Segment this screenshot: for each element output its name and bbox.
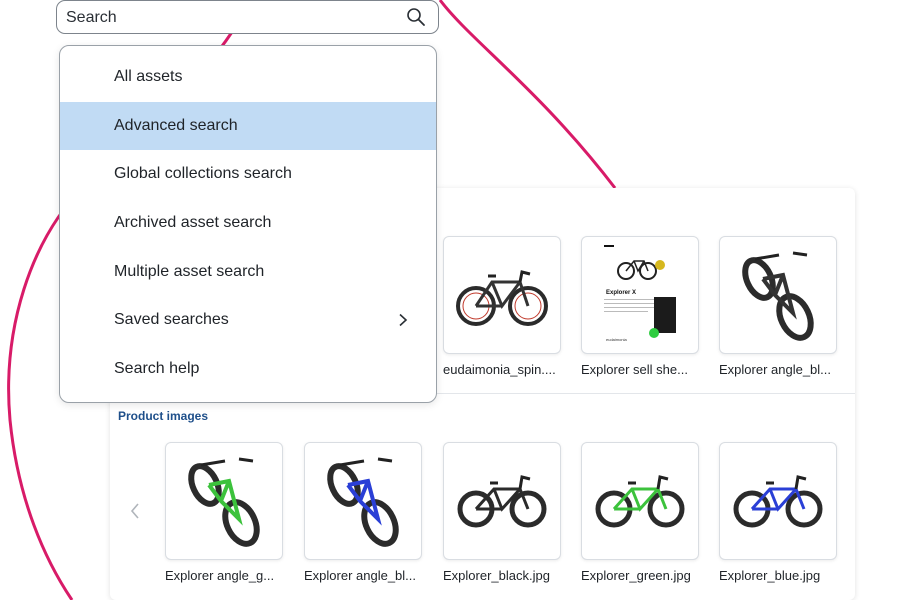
search-box[interactable] xyxy=(56,0,439,34)
carousel-prev-button[interactable] xyxy=(128,502,142,522)
sell-sheet-title: Explorer X xyxy=(606,290,637,296)
mtb-angle-green-image xyxy=(188,457,260,547)
asset-thumbnail[interactable] xyxy=(719,442,837,560)
asset-name: Explorer sell she... xyxy=(581,362,688,377)
asset-thumbnail[interactable] xyxy=(581,442,699,560)
chevron-right-icon xyxy=(399,313,408,327)
asset-thumbnail[interactable] xyxy=(443,236,561,354)
asset-name: Explorer_black.jpg xyxy=(443,568,550,583)
asset-name: Explorer angle_g... xyxy=(165,568,275,583)
mtb-angle-black-image xyxy=(742,251,814,341)
menu-item-label: Search help xyxy=(114,359,200,377)
asset-name: Explorer angle_bl... xyxy=(719,362,832,377)
menu-item-label: Saved searches xyxy=(114,311,229,329)
sell-sheet-footer: eudaimonia xyxy=(606,337,627,342)
menu-item-label: Advanced search xyxy=(114,116,238,134)
asset-thumbnail[interactable]: Explorer X eudaimonia xyxy=(581,236,699,354)
menu-item-search-help[interactable]: Search help xyxy=(60,345,436,394)
chevron-left-icon xyxy=(130,503,139,519)
menu-item-global-collections-search[interactable]: Global collections search xyxy=(60,150,436,199)
asset-name: Explorer angle_bl... xyxy=(304,568,417,583)
asset-tile[interactable]: Explorer angle_bl... xyxy=(719,236,837,377)
menu-item-label: Archived asset search xyxy=(114,214,272,232)
asset-thumbnail[interactable] xyxy=(165,442,283,560)
mtb-side-blue-image xyxy=(733,475,823,528)
mtb-side-black-image xyxy=(457,475,547,528)
mtb-angle-blue-image xyxy=(327,457,399,547)
menu-item-multiple-asset-search[interactable]: Multiple asset search xyxy=(60,247,436,296)
sell-sheet-image xyxy=(604,245,676,338)
search-icon[interactable] xyxy=(406,7,426,27)
menu-item-label: All assets xyxy=(114,68,183,86)
search-input[interactable] xyxy=(66,7,386,29)
mtb-side-green-image xyxy=(595,475,685,528)
road-bike-image xyxy=(456,270,548,326)
asset-name: eudaimonia_spin.... xyxy=(443,362,556,377)
asset-tile[interactable]: Explorer_green.jpg xyxy=(581,442,699,583)
asset-tile[interactable]: Explorer angle_bl... xyxy=(304,442,422,583)
asset-tile[interactable]: Explorer_black.jpg xyxy=(443,442,561,583)
section-title: Product images xyxy=(118,409,209,423)
asset-thumbnail[interactable] xyxy=(719,236,837,354)
menu-item-all-assets[interactable]: All assets xyxy=(60,53,436,102)
menu-item-saved-searches[interactable]: Saved searches xyxy=(60,296,436,345)
menu-item-advanced-search[interactable]: Advanced search xyxy=(60,101,436,151)
menu-item-label: Multiple asset search xyxy=(114,262,265,280)
menu-item-archived-asset-search[interactable]: Archived asset search xyxy=(60,199,436,248)
asset-thumbnail[interactable] xyxy=(443,442,561,560)
asset-name: Explorer_green.jpg xyxy=(581,568,691,583)
asset-tile[interactable]: eudaimonia_spin.... xyxy=(443,236,561,377)
asset-tile[interactable]: Explorer angle_g... xyxy=(165,442,283,583)
menu-item-label: Global collections search xyxy=(114,165,292,183)
asset-tile[interactable]: Explorer_blue.jpg xyxy=(719,442,837,583)
asset-thumbnail[interactable] xyxy=(304,442,422,560)
search-dropdown-menu: All assets Advanced search Global collec… xyxy=(59,45,437,403)
asset-name: Explorer_blue.jpg xyxy=(719,568,821,583)
asset-tile[interactable]: Explorer X eudaimonia Explorer sell she.… xyxy=(581,236,699,377)
